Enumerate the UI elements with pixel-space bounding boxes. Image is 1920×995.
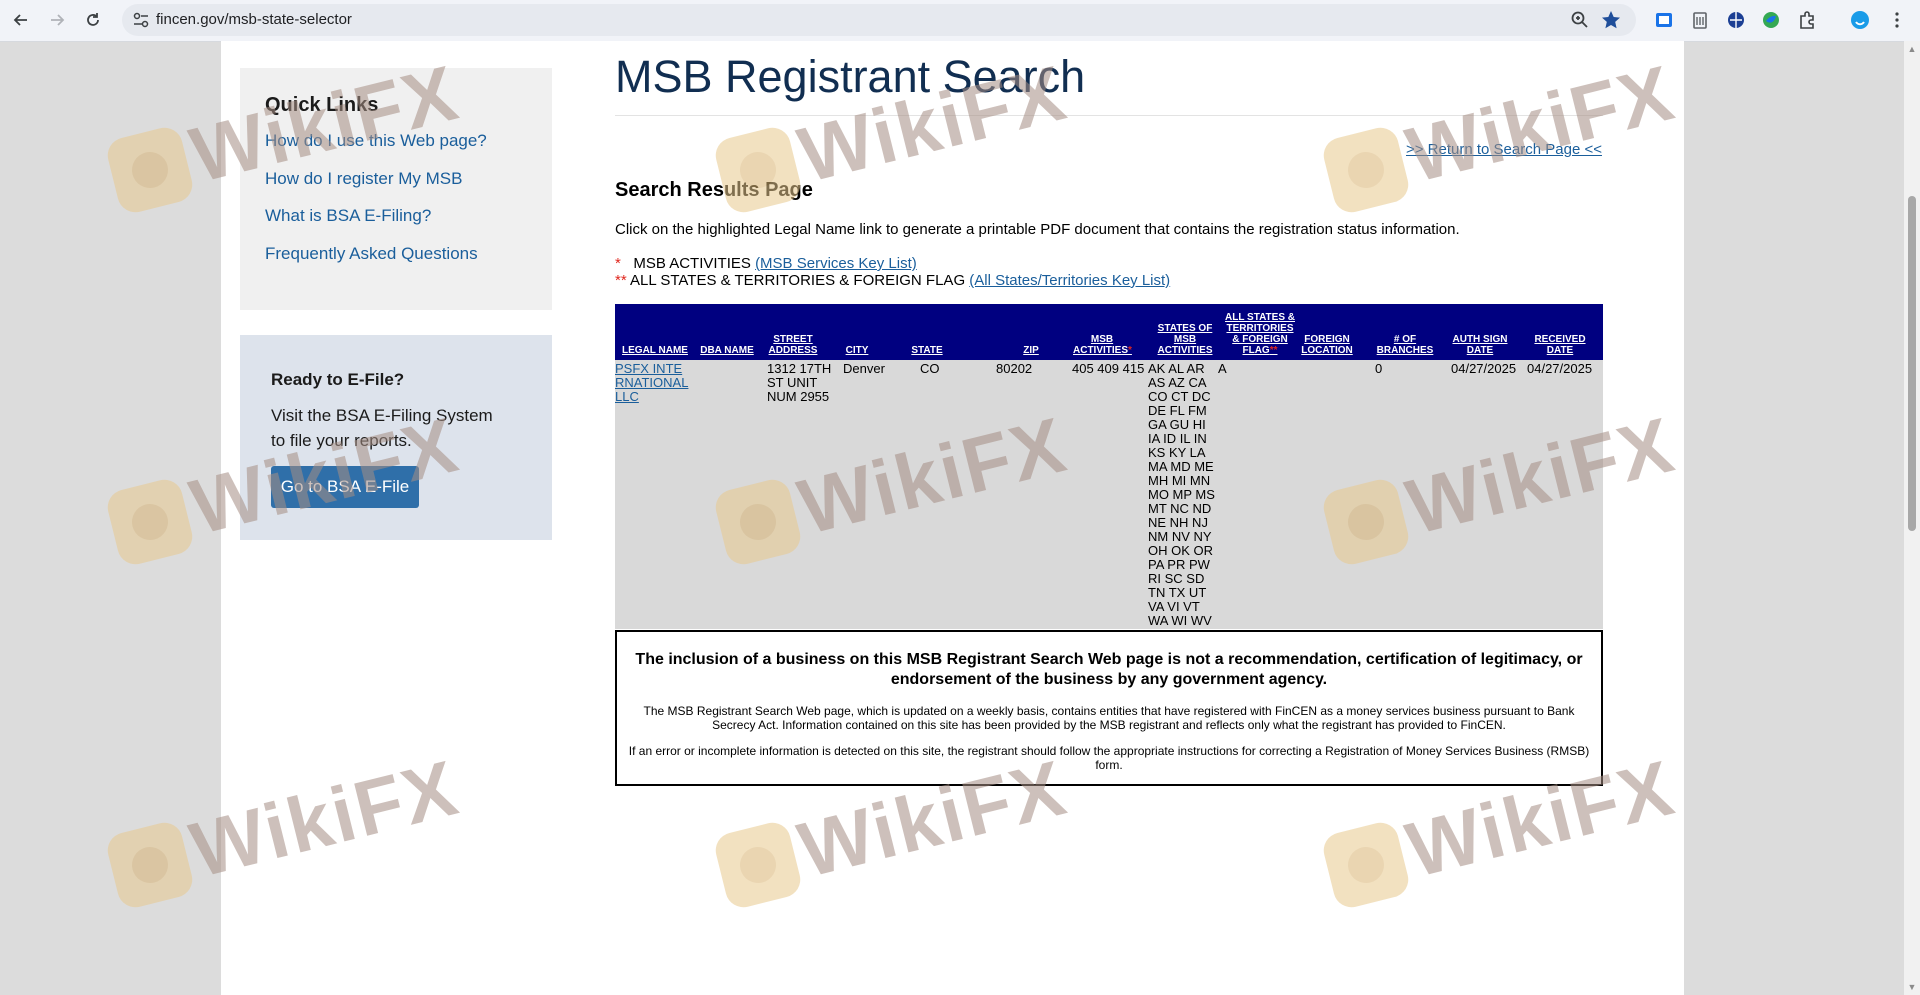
required-marker: * bbox=[615, 255, 621, 272]
watermark: WikiFX bbox=[1319, 743, 1683, 912]
back-arrow-icon bbox=[13, 14, 27, 26]
extension-globe-icon[interactable] bbox=[1725, 9, 1747, 31]
col-received-date[interactable]: RECEIVED DATE bbox=[1523, 334, 1597, 356]
disclaimer-paragraph-2: If an error or incomplete information is… bbox=[628, 744, 1590, 772]
disclaimer-paragraph-1: The MSB Registrant Search Web page, whic… bbox=[643, 704, 1575, 732]
site-info-icon[interactable] bbox=[132, 11, 150, 29]
col-state[interactable]: STATE bbox=[907, 345, 947, 356]
scroll-up-arrow-icon[interactable]: ▲ bbox=[1907, 45, 1917, 54]
key-all-states-label: ALL STATES & TERRITORIES & FOREIGN FLAG bbox=[630, 272, 966, 289]
instructions-text: Click on the highlighted Legal Name link… bbox=[615, 221, 1460, 238]
watermark: WikiFX bbox=[711, 743, 1075, 912]
quick-link-faq[interactable]: Frequently Asked Questions bbox=[265, 244, 478, 264]
cell-received-date: 04/27/2025 bbox=[1527, 361, 1593, 376]
col-city[interactable]: CITY bbox=[837, 345, 877, 356]
disclaimer-heading: The inclusion of a business on this MSB … bbox=[635, 651, 1583, 688]
zoom-icon[interactable] bbox=[1570, 10, 1590, 30]
watermark-logo-icon bbox=[711, 123, 805, 217]
cell-state: CO bbox=[920, 361, 940, 376]
back-button[interactable] bbox=[6, 5, 36, 35]
watermark-logo-icon bbox=[103, 123, 197, 217]
watermark-logo-icon bbox=[103, 818, 197, 912]
watermark-logo-icon bbox=[711, 475, 805, 569]
col-states-of-msb-activities[interactable]: STATES OF MSB ACTIVITIES bbox=[1155, 323, 1215, 356]
efile-title: Ready to E-File? bbox=[271, 370, 405, 389]
key-msb-activities-label: MSB ACTIVITIES bbox=[633, 255, 751, 272]
extension-archive-icon[interactable] bbox=[1689, 9, 1711, 31]
watermark-logo-icon bbox=[1319, 818, 1413, 912]
required-marker: * bbox=[1128, 345, 1132, 356]
watermark: WikiFX bbox=[103, 743, 467, 912]
col-msb-activities-label: MSB ACTIVITIES bbox=[1073, 334, 1129, 356]
cell-city: Denver bbox=[843, 361, 885, 376]
col-street-address[interactable]: STREET ADDRESS bbox=[765, 334, 821, 356]
watermark-logo-icon bbox=[103, 475, 197, 569]
extensions-puzzle-icon[interactable] bbox=[1796, 9, 1818, 31]
url-text[interactable]: fincen.gov/msb-state-selector bbox=[156, 11, 352, 28]
col-msb-activities[interactable]: MSB ACTIVITIES* bbox=[1073, 334, 1132, 356]
watermark-logo-icon bbox=[711, 818, 805, 912]
watermark: WikiFX bbox=[103, 48, 467, 217]
extension-leaf-icon[interactable] bbox=[1760, 9, 1782, 31]
watermark: WikiFX bbox=[1319, 400, 1683, 569]
watermark-logo-icon bbox=[1319, 475, 1413, 569]
forward-button[interactable] bbox=[42, 5, 72, 35]
col-all-states-label: ALL STATES & TERRITORIES & FOREIGN FLAG bbox=[1225, 312, 1295, 356]
required-marker: ** bbox=[1269, 345, 1278, 356]
msb-services-key-list-link[interactable]: (MSB Services Key List) bbox=[755, 255, 917, 272]
cell-states-of-msb-activities: AK AL AR AS AZ CA CO CT DC DE FL FM GA G… bbox=[1148, 361, 1215, 642]
watermark: WikiFX bbox=[103, 400, 467, 569]
col-foreign-location[interactable]: FOREIGN LOCATION bbox=[1297, 334, 1357, 356]
cell-zip: 80202 bbox=[996, 361, 1033, 376]
col-legal-name[interactable]: LEGAL NAME bbox=[617, 345, 693, 356]
reload-icon bbox=[87, 13, 99, 26]
reload-button[interactable] bbox=[78, 5, 108, 35]
browser-toolbar: fincen.gov/msb-state-selector bbox=[0, 0, 1920, 42]
key-all-states: ** ALL STATES & TERRITORIES & FOREIGN FL… bbox=[615, 272, 1170, 289]
address-bar[interactable]: fincen.gov/msb-state-selector bbox=[122, 4, 1636, 36]
cell-street-address: 1312 17TH ST UNIT NUM 2955 bbox=[767, 361, 832, 404]
watermark: WikiFX bbox=[1319, 48, 1683, 217]
scroll-down-arrow-icon[interactable]: ▼ bbox=[1907, 983, 1917, 992]
bookmark-star-icon[interactable] bbox=[1600, 9, 1622, 31]
profile-avatar-icon[interactable] bbox=[1849, 9, 1871, 31]
cell-msb-activities: 405 409 415 bbox=[1072, 361, 1145, 376]
cell-auth-sign-date: 04/27/2025 bbox=[1451, 361, 1517, 376]
col-dba-name[interactable]: DBA NAME bbox=[697, 345, 757, 356]
key-msb-activities: * MSB ACTIVITIES (MSB Services Key List) bbox=[615, 255, 917, 272]
all-states-key-list-link[interactable]: (All States/Territories Key List) bbox=[969, 272, 1170, 289]
watermark-logo-icon bbox=[1319, 123, 1413, 217]
extension-screen-icon[interactable] bbox=[1653, 9, 1675, 31]
browser-menu-icon[interactable] bbox=[1886, 9, 1908, 31]
results-table-header: LEGAL NAME DBA NAME STREET ADDRESS CITY … bbox=[615, 304, 1603, 360]
forward-arrow-icon bbox=[51, 14, 65, 26]
col-auth-sign-date[interactable]: AUTH SIGN DATE bbox=[1451, 334, 1509, 356]
watermark: WikiFX bbox=[711, 400, 1075, 569]
scrollbar-thumb[interactable] bbox=[1908, 196, 1916, 531]
page-scrollbar[interactable]: ▲ ▼ bbox=[1904, 41, 1920, 995]
watermark: WikiFX bbox=[711, 48, 1075, 217]
disclaimer-box: The inclusion of a business on this MSB … bbox=[615, 630, 1603, 786]
col-branches[interactable]: # OF BRANCHES bbox=[1375, 334, 1435, 356]
required-marker: ** bbox=[615, 272, 627, 289]
cell-branches: 0 bbox=[1375, 361, 1383, 376]
col-zip[interactable]: ZIP bbox=[1019, 345, 1043, 356]
cell-all-states: A bbox=[1218, 361, 1227, 376]
col-all-states-territories[interactable]: ALL STATES & TERRITORIES & FOREIGN FLAG*… bbox=[1225, 312, 1295, 356]
cell-legal-name-link[interactable]: PSFX INTERNATIONAL LLC bbox=[615, 362, 689, 404]
